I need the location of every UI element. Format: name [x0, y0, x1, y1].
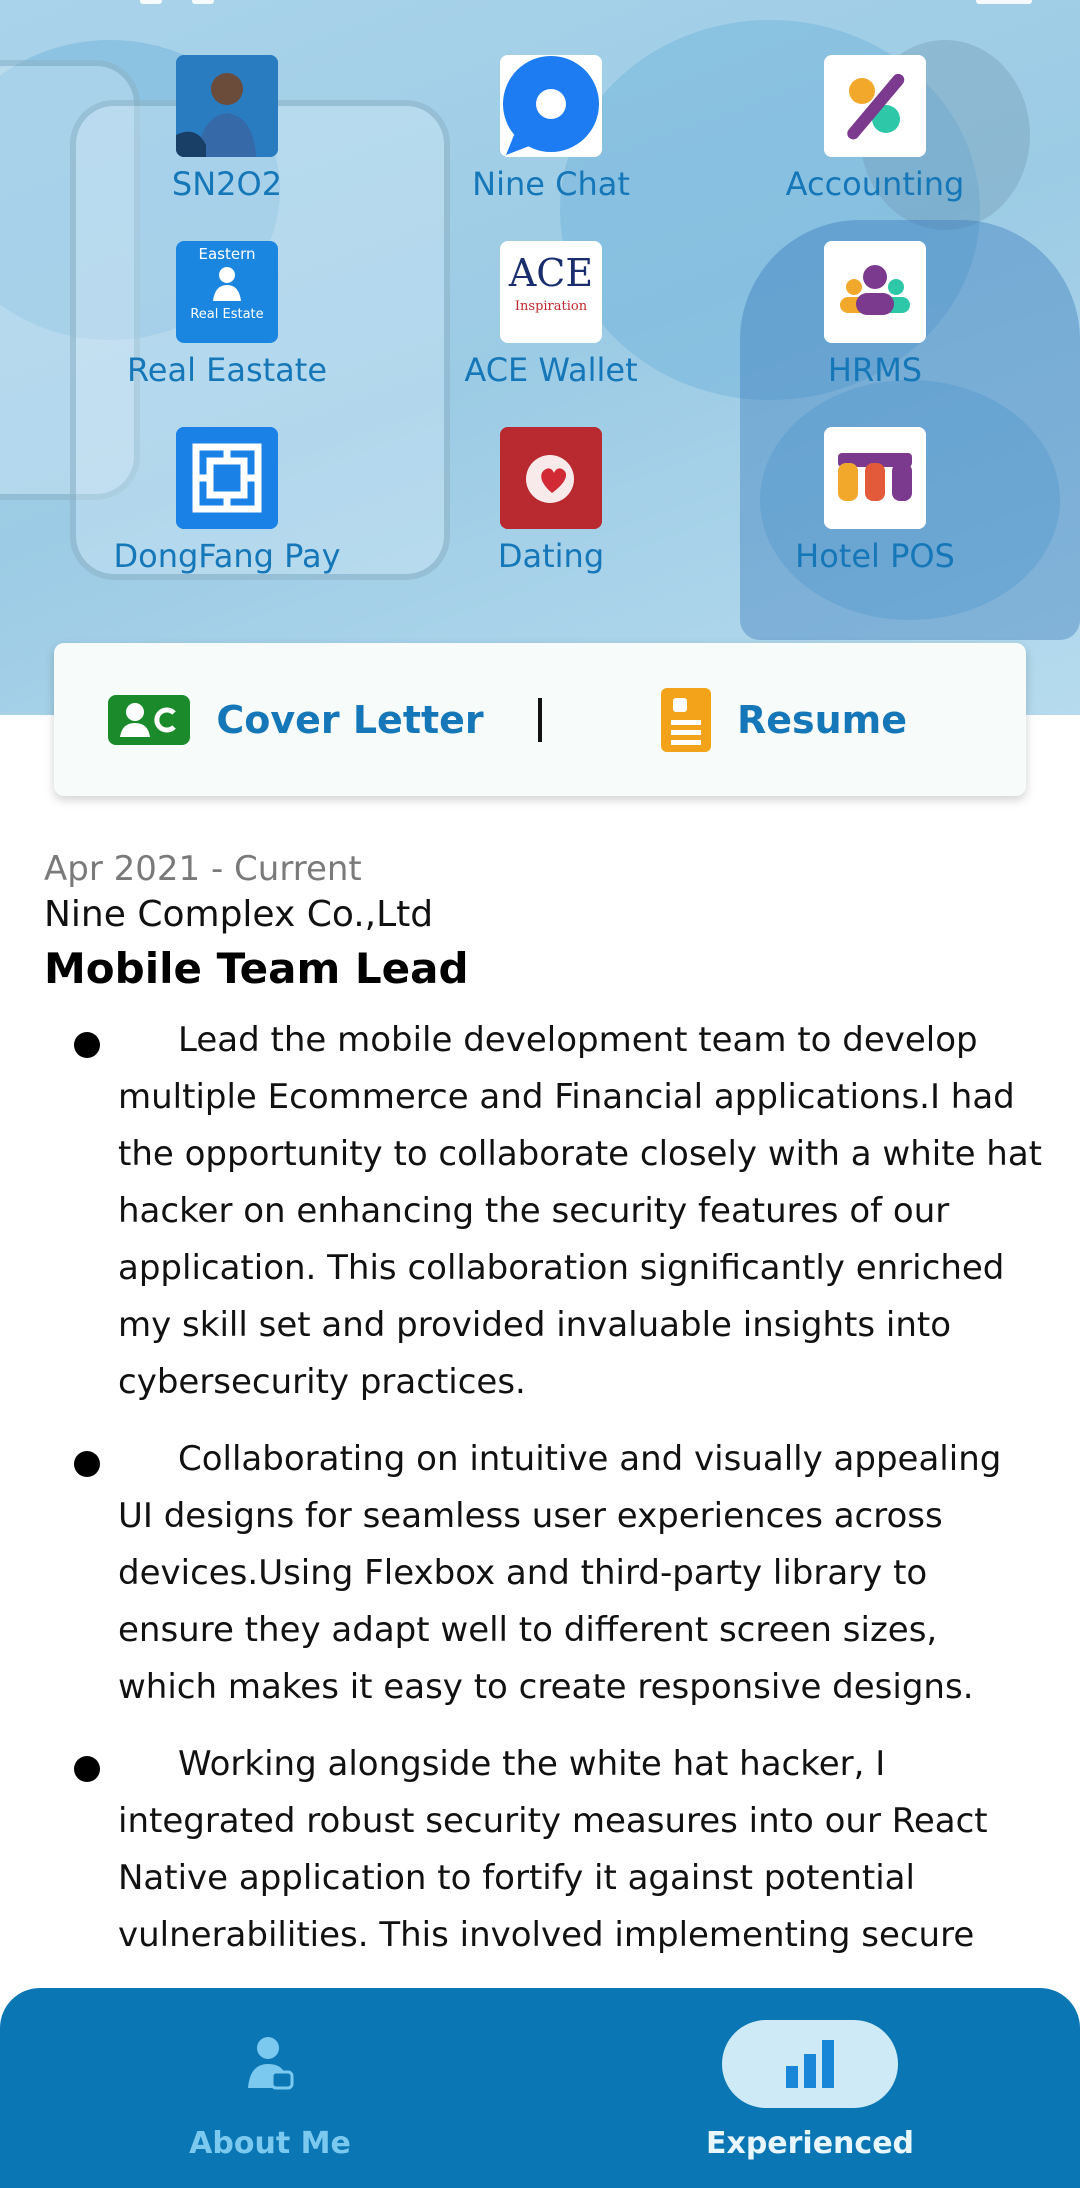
experience-entry: Apr 2021 - Current Nine Complex Co.,Ltd …	[44, 846, 1044, 1984]
resume-button[interactable]: Resume	[542, 643, 1026, 796]
status-bar	[0, 0, 1080, 8]
ace-icon-subtitle: Inspiration	[514, 299, 588, 314]
nine-chat-app-icon	[500, 55, 602, 157]
app-label: Accounting	[785, 165, 965, 203]
responsibility-item: Collaborating on intuitive and visually …	[44, 1431, 1044, 1716]
tab-experienced[interactable]: Experienced	[540, 1988, 1080, 2188]
ace-wallet-app-icon: ACE Inspiration	[500, 241, 602, 343]
ace-icon-title: ACE	[508, 251, 594, 295]
bullet-icon	[74, 1756, 100, 1782]
experienced-label: Experienced	[705, 2126, 915, 2161]
experience-period: Apr 2021 - Current	[44, 849, 362, 889]
app-label: Hotel POS	[795, 537, 955, 575]
about-me-icon-wrap	[182, 2020, 358, 2108]
app-real-estate[interactable]: Eastern Real Estate Real Eastate	[65, 241, 389, 389]
app-accounting[interactable]: Accounting	[713, 55, 1037, 203]
app-label: Dating	[497, 537, 605, 575]
app-nine-chat[interactable]: Nine Chat	[389, 55, 713, 203]
cover-letter-button[interactable]: Cover Letter	[54, 643, 538, 796]
responsibility-text: Working alongside the white hat hacker, …	[118, 1744, 988, 1955]
app-label: Nine Chat	[472, 165, 630, 203]
person-badge-icon	[248, 2037, 294, 2090]
cover-letter-label: Cover Letter	[216, 697, 484, 742]
hrms-app-icon	[824, 241, 926, 343]
app-hrms[interactable]: HRMS	[713, 241, 1037, 389]
app-dating[interactable]: Dating	[389, 427, 713, 575]
responsibility-item: Lead the mobile development team to deve…	[44, 1012, 1044, 1411]
sn2o2-app-icon	[176, 55, 278, 157]
dating-app-icon	[500, 427, 602, 529]
resume-label: Resume	[736, 697, 908, 742]
document-switcher: Cover Letter Resume	[54, 643, 1026, 796]
app-hotel-pos[interactable]: Hotel POS	[713, 427, 1037, 575]
job-title: Mobile Team Lead	[44, 944, 469, 993]
bullet-icon	[74, 1032, 100, 1058]
responsibility-text: Collaborating on intuitive and visually …	[118, 1439, 1002, 1707]
responsibility-item: Working alongside the white hat hacker, …	[44, 1736, 1044, 1964]
about-me-label: About Me	[189, 2126, 351, 2161]
app-sn2o2[interactable]: SN2O2	[65, 55, 389, 203]
responsibility-text: Lead the mobile development team to deve…	[118, 1020, 1043, 1402]
bar-chart-icon	[786, 2040, 834, 2088]
portfolio-hero-banner: SN2O2 Nine Chat Accounting Eastern Real …	[0, 0, 1080, 715]
screen: SN2O2 Nine Chat Accounting Eastern Real …	[0, 0, 1080, 2188]
app-label: DongFang Pay	[113, 537, 341, 575]
company-name: Nine Complex Co.,Ltd	[44, 894, 434, 935]
dongfang-pay-app-icon	[176, 427, 278, 529]
app-dongfang-pay[interactable]: DongFang Pay	[65, 427, 389, 575]
app-ace-wallet[interactable]: ACE Inspiration ACE Wallet	[389, 241, 713, 389]
resume-icon	[660, 687, 711, 752]
app-label: ACE Wallet	[464, 351, 638, 389]
app-label: Real Eastate	[126, 351, 328, 389]
bullet-icon	[74, 1451, 100, 1477]
real-estate-icon-title: Eastern	[198, 245, 256, 263]
real-estate-icon-subtitle: Real Estate	[190, 307, 264, 322]
app-label: SN2O2	[171, 165, 283, 203]
real-estate-app-icon: Eastern Real Estate	[176, 241, 278, 343]
app-label: HRMS	[827, 351, 923, 389]
hotel-pos-app-icon	[824, 427, 926, 529]
cover-letter-icon	[108, 694, 191, 745]
tab-about-me[interactable]: About Me	[0, 1988, 540, 2188]
bottom-navigation: About Me Experienced	[0, 1988, 1080, 2188]
experienced-icon-pill	[722, 2020, 898, 2108]
accounting-app-icon	[824, 55, 926, 157]
